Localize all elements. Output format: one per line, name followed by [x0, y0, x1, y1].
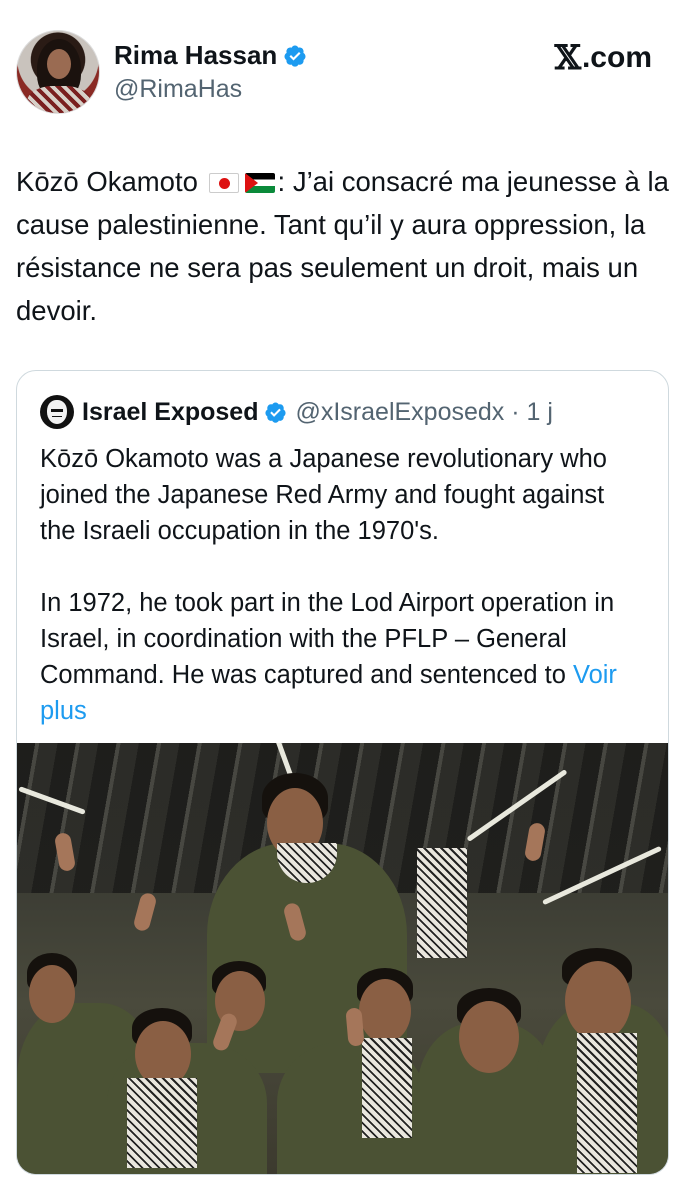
- photo-head: [565, 961, 631, 1041]
- japan-flag-icon: [208, 173, 239, 193]
- verified-badge-icon: [284, 45, 306, 67]
- quoted-paragraph-1: Kōzō Okamoto was a Japanese revolutionar…: [40, 445, 607, 545]
- x-logo-icon: 𝕏: [554, 38, 581, 78]
- source-label: 𝕏 .com: [555, 38, 652, 78]
- quoted-header: Israel Exposed @xIsraelExposedx · 1 j: [40, 395, 553, 429]
- author-name-block: Rima Hassan @RimaHas: [114, 40, 307, 104]
- author-display-name-row[interactable]: Rima Hassan: [114, 40, 307, 71]
- quoted-paragraph-2-text: In 1972, he took part in the Lod Airport…: [40, 589, 615, 689]
- photo-scarf: [577, 1033, 637, 1173]
- avatar-shirt: [27, 86, 91, 113]
- author-avatar[interactable]: [16, 30, 100, 114]
- tweet-text: Kōzō Okamoto : J’ai consacré ma jeunesse…: [16, 160, 671, 332]
- photo-head: [29, 965, 75, 1023]
- quoted-paragraph-2: In 1972, he took part in the Lod Airport…: [40, 585, 640, 729]
- photo-scarf: [127, 1078, 197, 1168]
- photo-head: [459, 1001, 519, 1073]
- avatar-face: [47, 49, 71, 79]
- quoted-display-name[interactable]: Israel Exposed: [82, 398, 258, 427]
- author-handle[interactable]: @RimaHas: [114, 75, 307, 104]
- photo-scarf: [417, 848, 467, 958]
- photo-head: [359, 979, 411, 1043]
- quoted-verified-badge-icon: [265, 401, 287, 423]
- quoted-handle-time[interactable]: @xIsraelExposedx · 1 j: [295, 398, 552, 427]
- photo-hand: [132, 891, 158, 933]
- quoted-photo[interactable]: [17, 743, 668, 1174]
- quoted-text: Kōzō Okamoto was a Japanese revolutionar…: [40, 441, 640, 765]
- tweet-text-start: Kōzō Okamoto: [16, 166, 198, 197]
- quoted-tweet-card[interactable]: Israel Exposed @xIsraelExposedx · 1 j Kō…: [16, 370, 669, 1175]
- source-domain: .com: [581, 41, 652, 74]
- tweet-header: Rima Hassan @RimaHas 𝕏 .com: [16, 28, 666, 118]
- author-display-name[interactable]: Rima Hassan: [114, 40, 277, 71]
- photo-scarf: [362, 1038, 412, 1138]
- anonymous-mask-icon[interactable]: [40, 395, 74, 429]
- palestine-flag-icon: [244, 173, 275, 193]
- photo-hand: [345, 1007, 365, 1047]
